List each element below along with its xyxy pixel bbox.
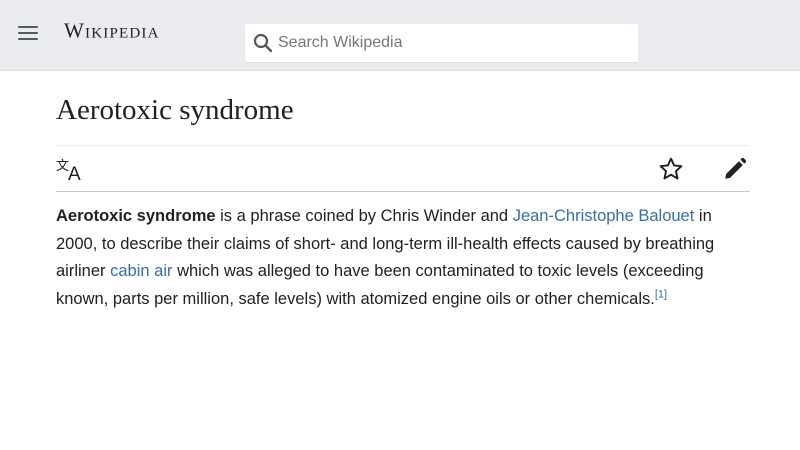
citation: [1] bbox=[655, 289, 667, 301]
pencil-icon[interactable] bbox=[722, 156, 748, 182]
search-placeholder: Search Wikipedia bbox=[278, 34, 403, 51]
page-title: Aerotoxic syndrome bbox=[56, 94, 294, 126]
language-icon[interactable]: 文 A bbox=[56, 156, 84, 182]
lead-paragraph: Aerotoxic syndrome is a phrase coined by… bbox=[56, 203, 756, 314]
link-jean-christophe-balouet[interactable]: Jean-Christophe Balouet bbox=[513, 207, 695, 225]
wikipedia-wordmark[interactable]: Wikipedia bbox=[64, 19, 160, 44]
bold-term: Aerotoxic syndrome bbox=[56, 207, 216, 225]
star-icon[interactable] bbox=[658, 156, 684, 182]
top-header: Wikipedia Search Wikipedia bbox=[0, 0, 800, 71]
search-input[interactable]: Search Wikipedia bbox=[245, 24, 638, 62]
link-cabin-air[interactable]: cabin air bbox=[110, 262, 172, 280]
search-icon bbox=[253, 33, 273, 53]
hamburger-menu-icon[interactable] bbox=[16, 22, 40, 44]
lead-text-1: is a phrase coined by Chris Winder and bbox=[215, 207, 513, 225]
title-divider bbox=[56, 145, 750, 146]
citation-link[interactable]: [1] bbox=[655, 289, 667, 301]
svg-text:A: A bbox=[68, 164, 81, 182]
actions-divider bbox=[56, 191, 750, 192]
